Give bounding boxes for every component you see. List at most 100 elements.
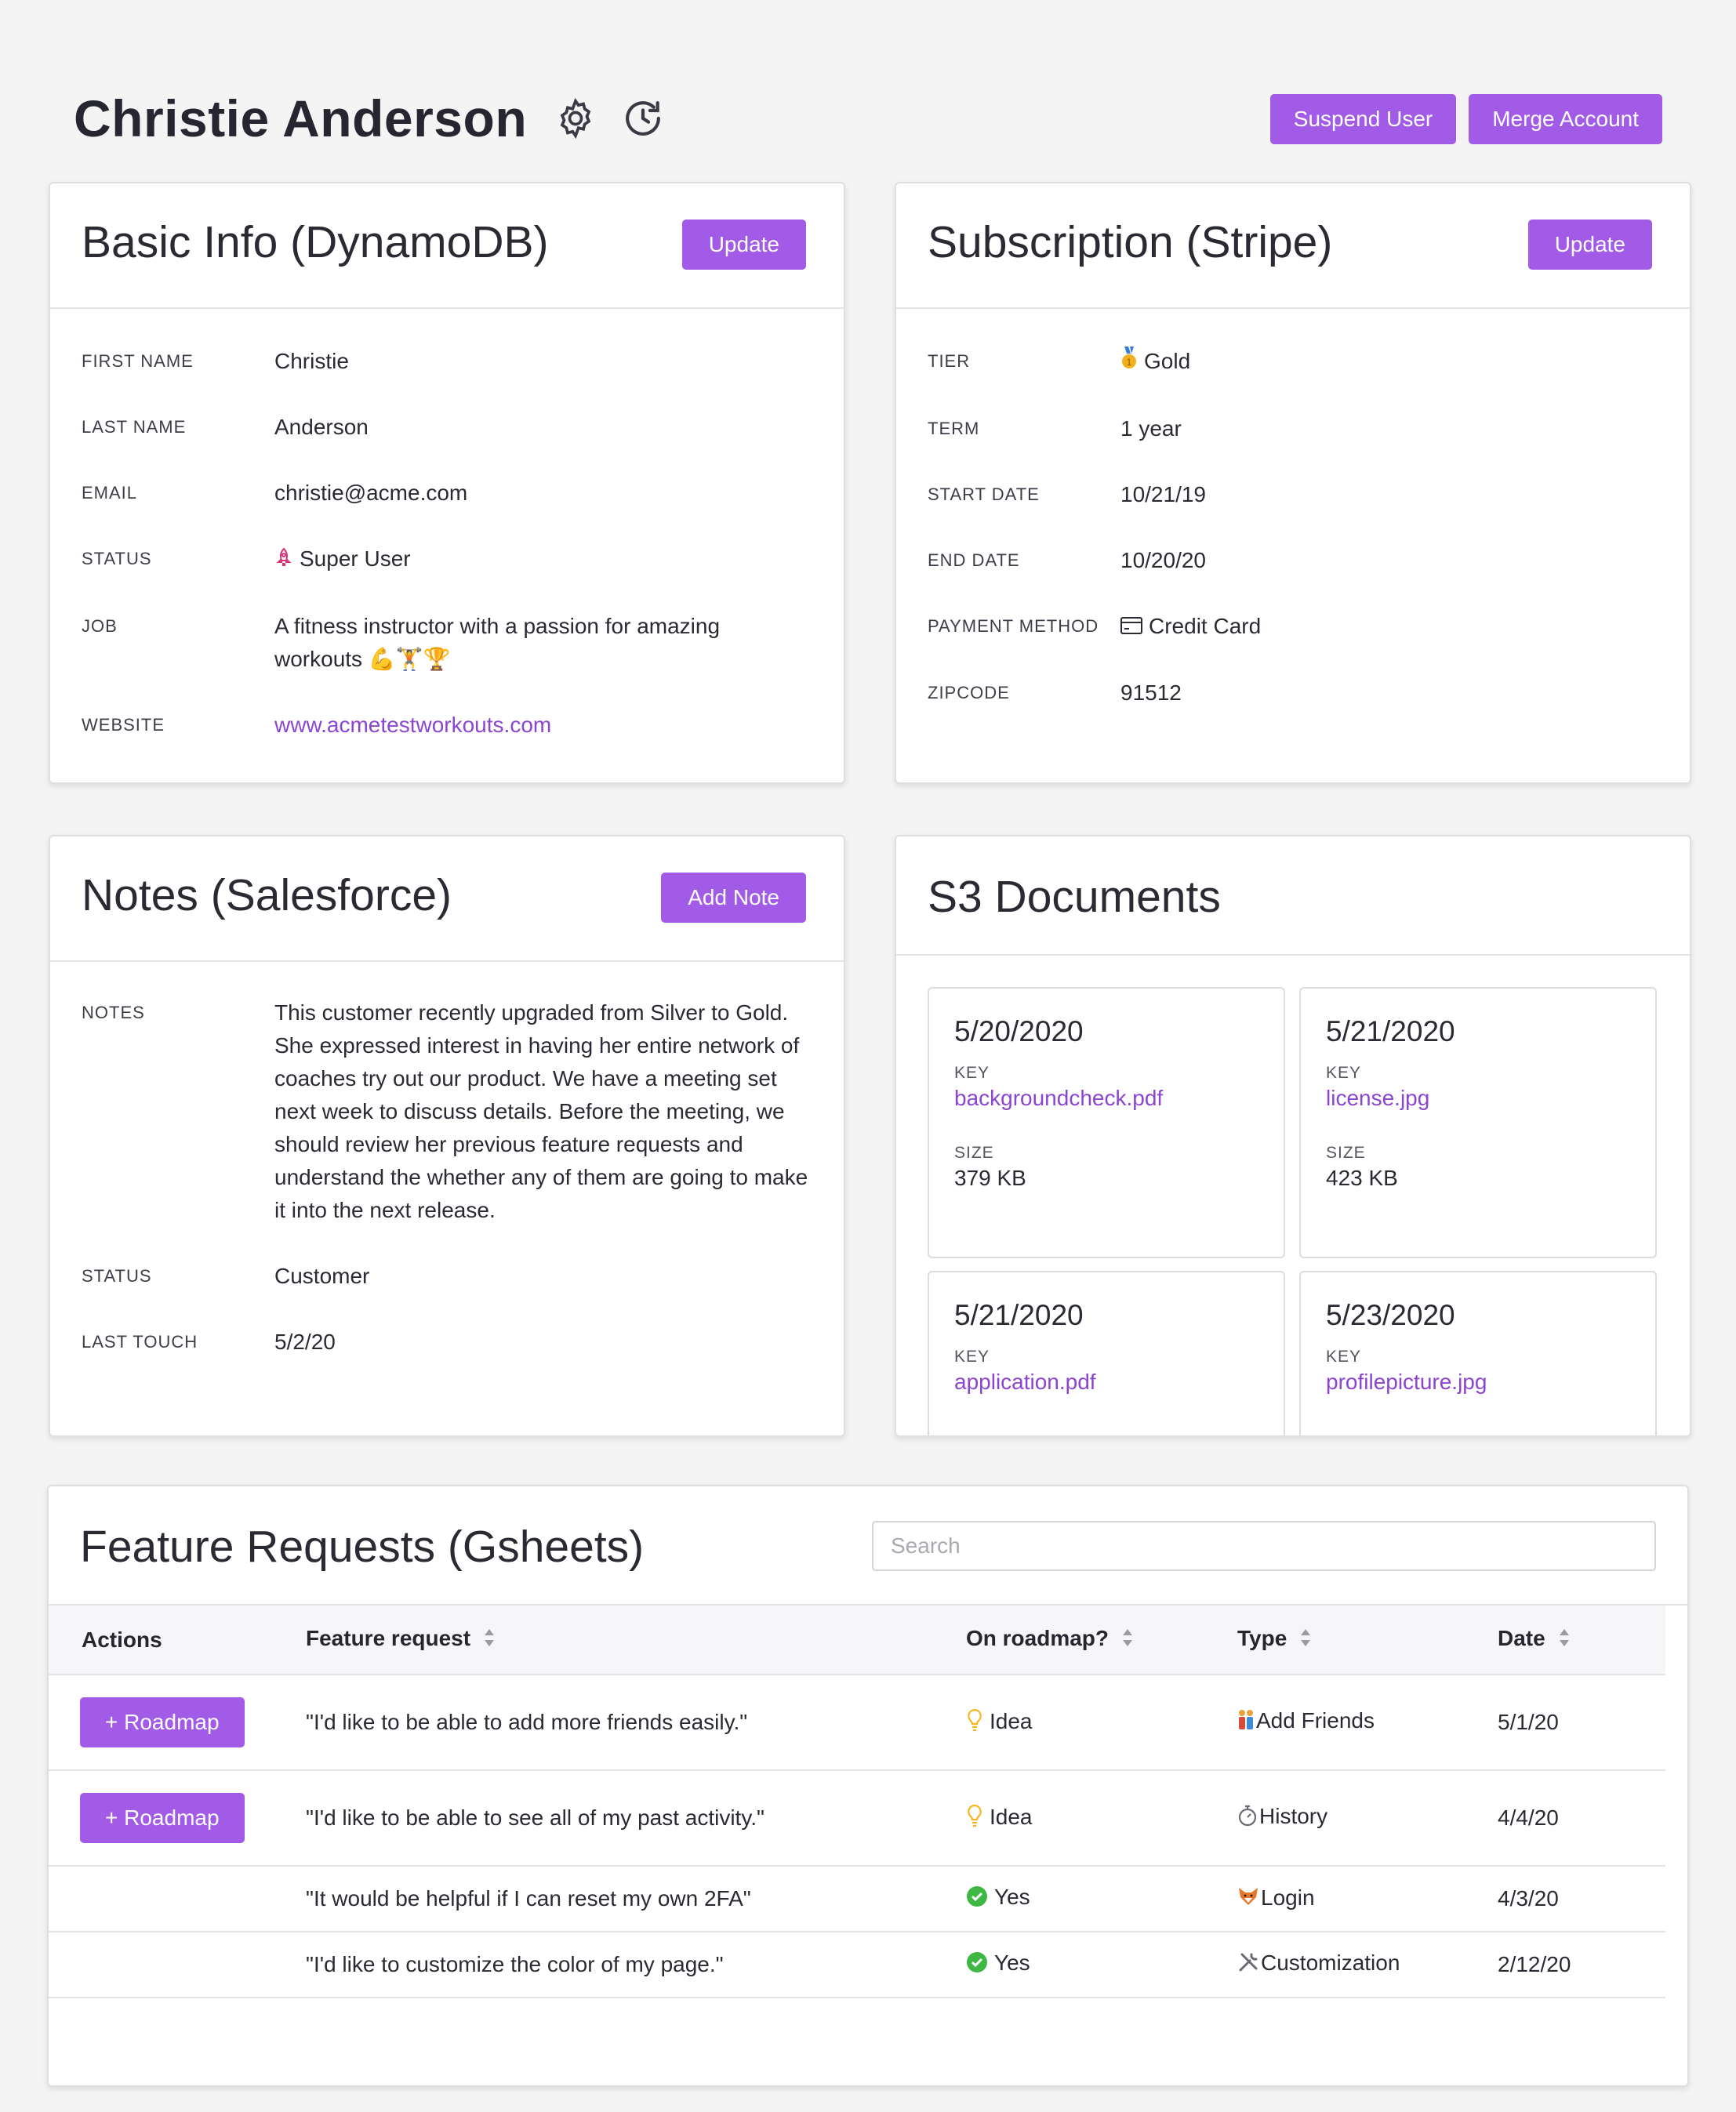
feature-request-text: "I'd like to be able to add more friends… [306,1675,966,1771]
roadmap-status: Yes [994,1885,1030,1910]
notes-header: Notes (Salesforce) Add Note [50,836,844,962]
last-touch-row: LAST TOUCH 5/2/20 [82,1326,812,1359]
type-value: Add Friends [1256,1708,1375,1733]
history-icon[interactable] [621,96,665,140]
tier-label: TIER [928,351,971,371]
document-card[interactable]: 5/23/2020 KEY profilepicture.jpg [1299,1271,1657,1435]
notes-card: Notes (Salesforce) Add Note NOTES This c… [49,835,845,1437]
tier-value: Gold [1144,349,1191,373]
last-name-label: LAST NAME [82,417,187,437]
roadmap-status: Yes [994,1951,1030,1976]
end-date-row: END DATE 10/20/20 [928,544,1658,577]
notes-status-row: STATUS Customer [82,1260,812,1293]
feature-request-text: "I'd like to be able to see all of my pa… [306,1770,966,1867]
feature-requests-card: Feature Requests (Gsheets) Actions Featu… [47,1485,1689,2087]
gold-medal-icon: 1 [1120,346,1138,379]
document-card[interactable]: 5/21/2020 KEY license.jpg SIZE 423 KB [1299,987,1657,1258]
document-key-label: KEY [954,1064,990,1082]
job-label: JOB [82,615,118,636]
document-key-link[interactable]: application.pdf [954,1370,1258,1395]
first-name-label: FIRST NAME [82,351,194,371]
term-label: TERM [928,418,980,438]
first-name-row: FIRST NAME Christie [82,345,812,378]
email-value: christie@acme.com [274,481,468,505]
lightbulb-icon [966,1708,983,1737]
document-key-link[interactable]: backgroundcheck.pdf [954,1086,1258,1111]
last-touch-value: 5/2/20 [274,1330,336,1354]
sort-icon[interactable] [483,1628,496,1653]
suspend-user-button[interactable]: Suspend User [1269,94,1457,144]
subscription-update-button[interactable]: Update [1527,220,1652,270]
feature-request-text: "I'd like to customize the color of my p… [306,1932,966,1998]
payment-method-row: PAYMENT METHOD Credit Card [928,610,1658,644]
merge-account-button[interactable]: Merge Account [1469,94,1662,144]
feature-request-text: "It would be helpful if I can reset my o… [306,1866,966,1932]
roadmap-status: Idea [990,1708,1033,1733]
column-actions: Actions [49,1606,306,1675]
s3-header: S3 Documents [896,836,1690,956]
check-circle-icon [966,1885,988,1913]
notes-status-value: Customer [274,1264,370,1288]
basic-info-header: Basic Info (DynamoDB) Update [50,183,844,309]
lightbulb-icon [966,1804,983,1833]
people-icon [1237,1709,1255,1736]
date-value: 4/3/20 [1498,1866,1665,1932]
sort-icon[interactable] [1121,1628,1134,1653]
notes-label: NOTES [82,1003,145,1022]
page-title: Christie Anderson [74,89,528,147]
document-date: 5/21/2020 [954,1299,1084,1331]
last-touch-label: LAST TOUCH [82,1332,198,1352]
notes-title: Notes (Salesforce) [82,870,452,920]
zipcode-row: ZIPCODE 91512 [928,677,1658,709]
document-date: 5/23/2020 [1326,1299,1455,1331]
zipcode-value: 91512 [1120,680,1182,706]
document-key-link[interactable]: license.jpg [1326,1086,1630,1111]
type-value: Login [1261,1885,1315,1910]
table-row: + Roadmap "I'd like to be able to add mo… [49,1675,1665,1771]
tools-icon [1237,1951,1259,1979]
table-row: + Roadmap "I'd like to be able to see al… [49,1770,1665,1867]
search-input[interactable] [872,1521,1656,1571]
job-value: A fitness instructor with a passion for … [274,613,721,671]
add-to-roadmap-button[interactable]: + Roadmap [80,1793,245,1843]
column-type[interactable]: Type [1237,1606,1498,1675]
add-note-button[interactable]: Add Note [661,873,806,923]
type-value: History [1259,1804,1328,1829]
website-link[interactable]: www.acmetestworkouts.com [274,709,551,742]
document-card[interactable]: 5/20/2020 KEY backgroundcheck.pdf SIZE 3… [928,987,1285,1258]
term-value: 1 year [1120,416,1182,441]
roadmap-status: Idea [990,1804,1033,1829]
basic-info-update-button[interactable]: Update [681,220,806,270]
last-name-row: LAST NAME Anderson [82,411,812,444]
start-date-label: START DATE [928,484,1040,504]
end-date-value: 10/20/20 [1120,547,1206,572]
document-key-link[interactable]: profilepicture.jpg [1326,1370,1630,1395]
check-circle-icon [966,1951,988,1979]
start-date-value: 10/21/19 [1120,481,1206,506]
subscription-title: Subscription (Stripe) [928,217,1333,267]
status-label: STATUS [82,549,152,568]
document-card[interactable]: 5/21/2020 KEY application.pdf [928,1271,1285,1435]
type-value: Customization [1261,1951,1400,1976]
page-header: Christie Anderson [74,86,665,151]
column-date[interactable]: Date [1498,1606,1665,1675]
website-row: WEBSITE www.acmetestworkouts.com [82,709,812,742]
notes-row: NOTES This customer recently upgraded fr… [82,996,812,1227]
table-row: "It would be helpful if I can reset my o… [49,1866,1665,1932]
gear-icon[interactable] [554,96,597,140]
s3-document-grid: 5/20/2020 KEY backgroundcheck.pdf SIZE 3… [896,956,1690,1435]
document-size: 423 KB [1326,1166,1398,1190]
add-to-roadmap-button[interactable]: + Roadmap [80,1697,245,1747]
payment-method-value: Credit Card [1149,613,1262,638]
email-label: EMAIL [82,483,138,503]
sort-icon[interactable] [1299,1628,1312,1653]
header-actions: Suspend User Merge Account [1269,94,1662,144]
end-date-label: END DATE [928,550,1020,570]
stopwatch-icon [1237,1805,1258,1832]
sort-icon[interactable] [1558,1628,1571,1653]
subscription-header: Subscription (Stripe) Update [896,183,1690,309]
feature-requests-title: Feature Requests (Gsheets) [80,1522,645,1572]
tier-row: TIER 1 Gold [928,345,1658,379]
column-on-roadmap[interactable]: On roadmap? [966,1606,1237,1675]
column-feature-request[interactable]: Feature request [306,1606,966,1675]
